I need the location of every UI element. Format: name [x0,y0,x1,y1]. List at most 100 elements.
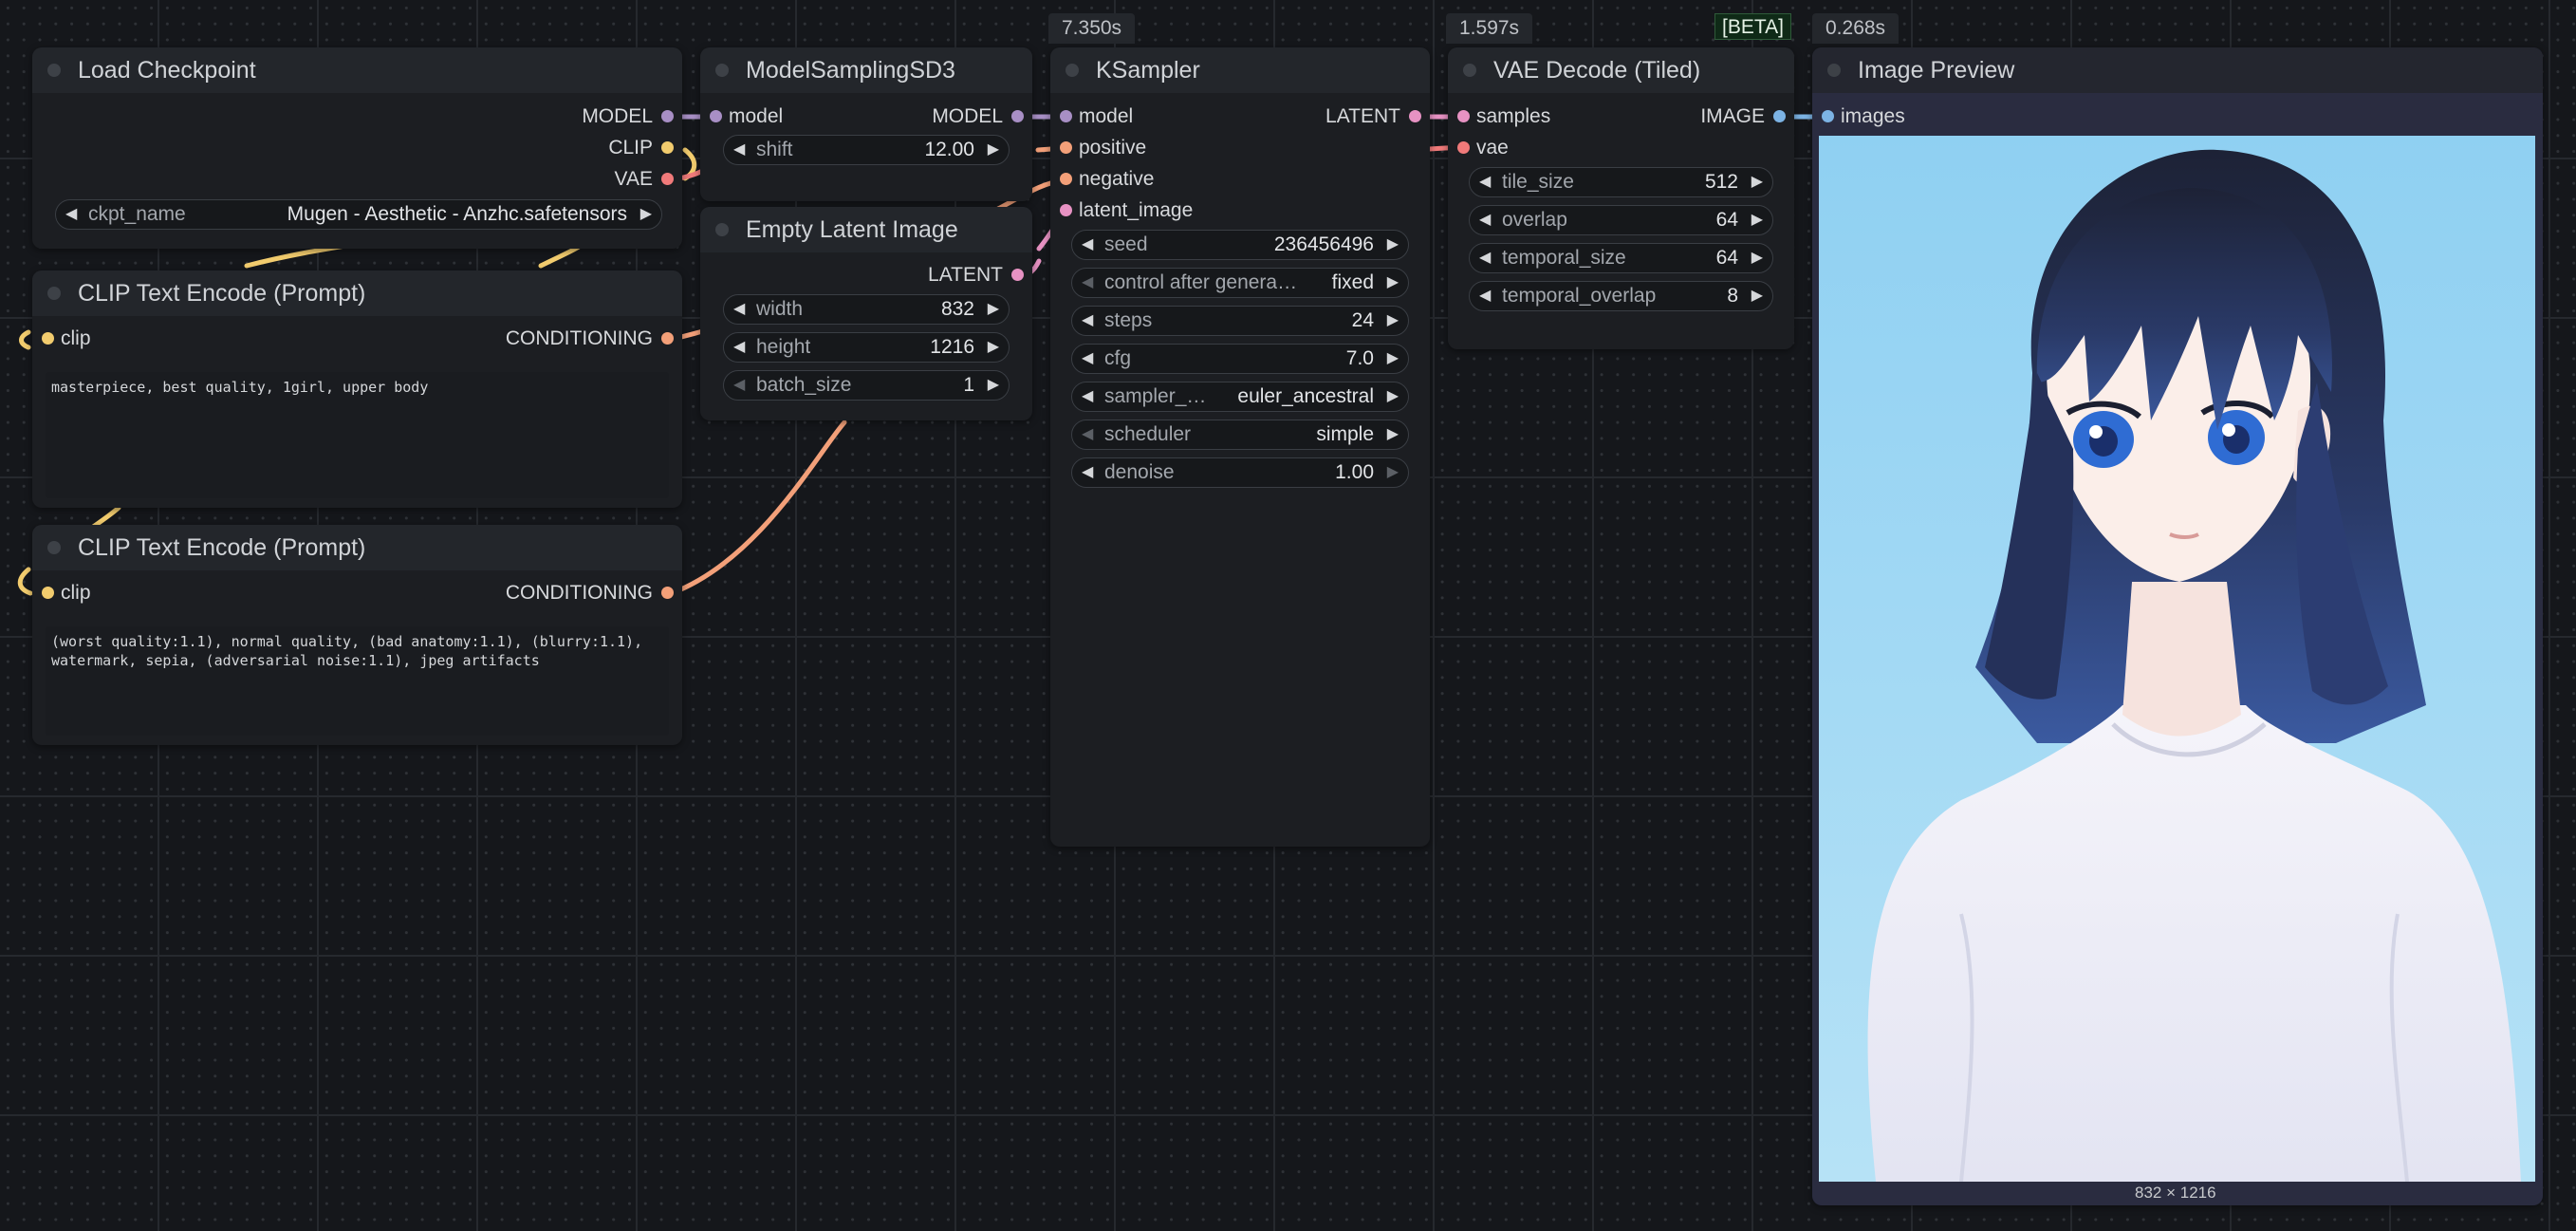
input-images[interactable]: images [1812,103,2002,131]
arrow-right-icon[interactable]: ▶ [988,371,999,400]
temporal-overlap-widget[interactable]: ◀ temporal_overlap 8 ▶ [1469,281,1773,311]
node-header[interactable]: KSampler [1050,47,1430,93]
collapse-dot-icon[interactable] [47,287,61,300]
slot-dot-icon[interactable] [1060,141,1072,154]
node-header[interactable]: CLIP Text Encode (Prompt) [32,525,682,570]
ckpt-name-combo[interactable]: ◀ ckpt_name Mugen - Aesthetic - Anzhc.sa… [55,199,662,230]
node-header[interactable]: ModelSamplingSD3 [700,47,1032,93]
arrow-left-icon[interactable]: ◀ [1082,345,1093,373]
input-clip[interactable]: clip [32,325,222,353]
arrow-right-icon[interactable]: ▶ [988,295,999,324]
collapse-dot-icon[interactable] [1463,64,1476,77]
slot-dot-icon[interactable] [661,110,674,122]
slot-dot-icon[interactable] [1060,204,1072,216]
slot-dot-icon[interactable] [661,332,674,345]
seed-widget[interactable]: ◀ seed 236456496 ▶ [1071,230,1409,260]
model-sampling-node[interactable]: ModelSamplingSD3 model MODEL ◀ shift 12.… [700,47,1032,201]
slot-dot-icon[interactable] [1773,110,1786,122]
load-checkpoint-node[interactable]: Load Checkpoint MODEL CLIP VAE ◀ ckpt_na… [32,47,682,249]
arrow-right-icon[interactable]: ▶ [1387,231,1399,259]
node-header[interactable]: Load Checkpoint [32,47,682,93]
arrow-right-icon[interactable]: ▶ [988,136,999,164]
input-negative[interactable]: negative [1050,165,1240,194]
clip-text-encode-negative-node[interactable]: CLIP Text Encode (Prompt) clip CONDITION… [32,525,682,745]
output-latent[interactable]: LATENT [1288,103,1430,131]
collapse-dot-icon[interactable] [47,64,61,77]
slot-dot-icon[interactable] [710,110,722,122]
arrow-left-icon[interactable]: ◀ [1082,231,1093,259]
slot-dot-icon[interactable] [1457,110,1470,122]
input-vae[interactable]: vae [1448,134,1619,162]
collapse-dot-icon[interactable] [715,64,729,77]
arrow-left-icon[interactable]: ◀ [1479,206,1491,234]
tile-size-widget[interactable]: ◀ tile_size 512 ▶ [1469,167,1773,197]
arrow-left-icon[interactable]: ◀ [1479,168,1491,196]
output-latent[interactable]: LATENT [890,261,1032,289]
scheduler-combo[interactable]: ◀ scheduler simple ▶ [1071,420,1409,450]
slot-dot-icon[interactable] [1457,141,1470,154]
arrow-left-icon[interactable]: ◀ [733,333,745,362]
arrow-left-icon[interactable]: ◀ [733,371,745,400]
node-header[interactable]: CLIP Text Encode (Prompt) [32,270,682,316]
arrow-right-icon[interactable]: ▶ [1751,206,1763,234]
overlap-widget[interactable]: ◀ overlap 64 ▶ [1469,205,1773,235]
arrow-right-icon[interactable]: ▶ [988,333,999,362]
input-clip[interactable]: clip [32,579,222,607]
arrow-left-icon[interactable]: ◀ [733,295,745,324]
slot-dot-icon[interactable] [1822,110,1834,122]
arrow-right-icon[interactable]: ▶ [1387,458,1399,487]
collapse-dot-icon[interactable] [47,541,61,554]
empty-latent-node[interactable]: Empty Latent Image LATENT ◀ width 832 ▶ … [700,207,1032,420]
arrow-left-icon[interactable]: ◀ [733,136,745,164]
height-widget[interactable]: ◀ height 1216 ▶ [723,332,1010,363]
temporal-size-widget[interactable]: ◀ temporal_size 64 ▶ [1469,243,1773,273]
input-latent-image[interactable]: latent_image [1050,196,1240,225]
arrow-left-icon[interactable]: ◀ [65,200,77,229]
arrow-right-icon[interactable]: ▶ [1751,168,1763,196]
slot-dot-icon[interactable] [661,141,674,154]
denoise-widget[interactable]: ◀ denoise 1.00 ▶ [1071,457,1409,488]
output-conditioning[interactable]: CONDITIONING [436,579,682,607]
vae-decode-tiled-node[interactable]: VAE Decode (Tiled) samples IMAGE vae ◀ t… [1448,47,1794,349]
slot-dot-icon[interactable] [42,332,54,345]
input-model[interactable]: model [1050,103,1240,131]
arrow-left-icon[interactable]: ◀ [1082,458,1093,487]
arrow-left-icon[interactable]: ◀ [1082,382,1093,411]
steps-widget[interactable]: ◀ steps 24 ▶ [1071,306,1409,336]
slot-dot-icon[interactable] [661,173,674,185]
arrow-right-icon[interactable]: ▶ [1387,420,1399,449]
slot-dot-icon[interactable] [1060,173,1072,185]
node-header[interactable]: Image Preview [1812,47,2543,93]
prompt-textarea[interactable]: (worst quality:1.1), normal quality, (ba… [46,626,669,736]
output-image[interactable]: IMAGE [1652,103,1794,131]
arrow-right-icon[interactable]: ▶ [1751,282,1763,310]
arrow-right-icon[interactable]: ▶ [1387,269,1399,297]
arrow-left-icon[interactable]: ◀ [1479,282,1491,310]
output-model[interactable]: MODEL [890,103,1032,131]
arrow-right-icon[interactable]: ▶ [640,200,652,229]
arrow-right-icon[interactable]: ▶ [1387,345,1399,373]
output-conditioning[interactable]: CONDITIONING [436,325,682,353]
slot-dot-icon[interactable] [1011,110,1024,122]
arrow-left-icon[interactable]: ◀ [1082,307,1093,335]
input-positive[interactable]: positive [1050,134,1240,162]
input-samples[interactable]: samples [1448,103,1619,131]
width-widget[interactable]: ◀ width 832 ▶ [723,294,1010,325]
input-model[interactable]: model [700,103,843,131]
generated-image[interactable] [1819,136,2535,1182]
ksampler-node[interactable]: KSampler model LATENT positive negative … [1050,47,1430,847]
control-after-generate-combo[interactable]: ◀ control after genera… fixed ▶ [1071,268,1409,298]
sampler-name-combo[interactable]: ◀ sampler_… euler_ancestral ▶ [1071,382,1409,412]
slot-dot-icon[interactable] [1060,110,1072,122]
arrow-right-icon[interactable]: ▶ [1387,382,1399,411]
slot-dot-icon[interactable] [42,587,54,599]
arrow-left-icon[interactable]: ◀ [1479,244,1491,272]
slot-dot-icon[interactable] [1409,110,1421,122]
collapse-dot-icon[interactable] [1066,64,1079,77]
collapse-dot-icon[interactable] [715,223,729,236]
node-header[interactable]: Empty Latent Image [700,207,1032,252]
arrow-right-icon[interactable]: ▶ [1751,244,1763,272]
slot-dot-icon[interactable] [1011,269,1024,281]
cfg-widget[interactable]: ◀ cfg 7.0 ▶ [1071,344,1409,374]
clip-text-encode-positive-node[interactable]: CLIP Text Encode (Prompt) clip CONDITION… [32,270,682,508]
